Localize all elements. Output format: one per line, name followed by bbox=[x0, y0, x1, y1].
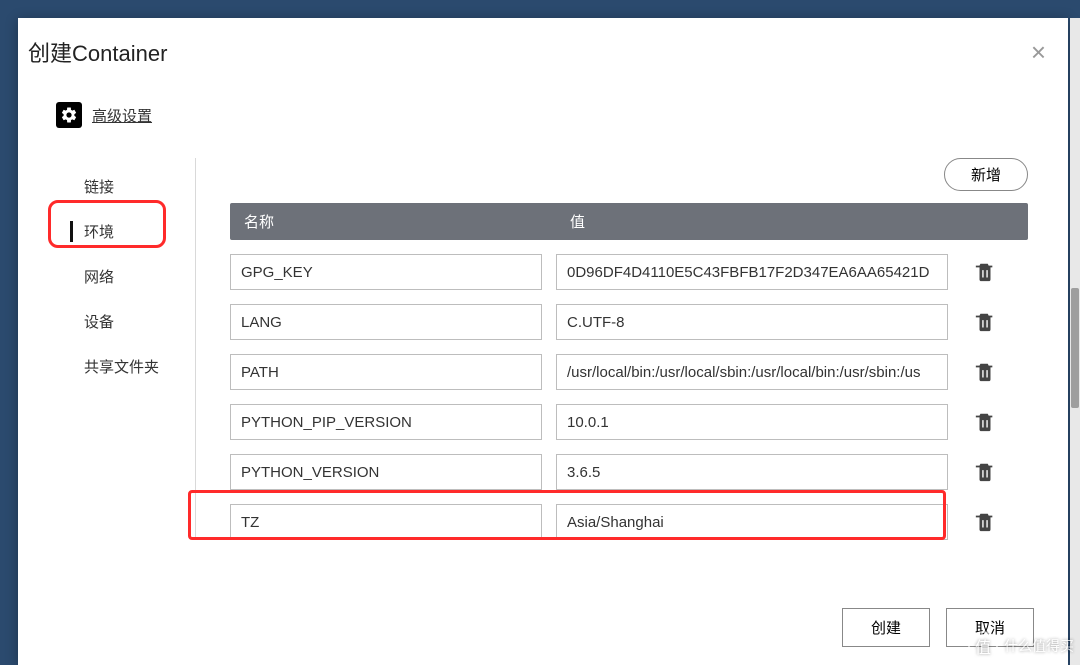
side-tab-2[interactable]: 网络 bbox=[56, 254, 195, 299]
env-name-input[interactable] bbox=[230, 504, 542, 540]
side-tab-3[interactable]: 设备 bbox=[56, 299, 195, 344]
watermark: 值 什么值得买 bbox=[968, 631, 1074, 661]
env-name-input[interactable] bbox=[230, 454, 542, 490]
env-row bbox=[230, 504, 1028, 540]
env-panel: 新增 名称 值 bbox=[196, 158, 1028, 540]
advanced-settings-row: 高级设置 bbox=[56, 102, 1028, 128]
env-rows bbox=[230, 254, 1028, 540]
outer-scrollbar-thumb[interactable] bbox=[1071, 288, 1079, 408]
env-row bbox=[230, 304, 1028, 340]
env-name-input[interactable] bbox=[230, 304, 542, 340]
highlight-tab-annotation bbox=[48, 200, 166, 248]
env-value-input[interactable] bbox=[556, 304, 948, 340]
env-name-input[interactable] bbox=[230, 404, 542, 440]
env-row bbox=[230, 404, 1028, 440]
env-value-input[interactable] bbox=[556, 254, 948, 290]
env-row bbox=[230, 354, 1028, 390]
env-name-input[interactable] bbox=[230, 354, 542, 390]
env-value-input[interactable] bbox=[556, 354, 948, 390]
trash-icon[interactable] bbox=[974, 261, 996, 283]
side-tab-4[interactable]: 共享文件夹 bbox=[56, 344, 195, 389]
env-value-input[interactable] bbox=[556, 404, 948, 440]
create-button[interactable]: 创建 bbox=[842, 608, 930, 647]
env-row bbox=[230, 454, 1028, 490]
env-top-actions: 新增 bbox=[230, 158, 1028, 191]
add-env-button[interactable]: 新增 bbox=[944, 158, 1028, 191]
trash-icon[interactable] bbox=[974, 361, 996, 383]
env-name-input[interactable] bbox=[230, 254, 542, 290]
outer-scrollbar[interactable] bbox=[1070, 18, 1080, 665]
gear-icon bbox=[56, 102, 82, 128]
trash-icon[interactable] bbox=[974, 311, 996, 333]
env-table-header: 名称 值 bbox=[230, 203, 1028, 240]
create-container-dialog: 创建Container × 高级设置 链接环境网络设备共享文件夹 新增 名称 bbox=[18, 18, 1068, 665]
dialog-footer: 创建 取消 bbox=[18, 592, 1068, 665]
close-icon[interactable]: × bbox=[1031, 39, 1046, 65]
env-row bbox=[230, 254, 1028, 290]
dialog-scroll-area[interactable]: 高级设置 链接环境网络设备共享文件夹 新增 名称 值 bbox=[18, 78, 1056, 592]
watermark-text: 什么值得买 bbox=[1004, 636, 1074, 656]
dialog-body: 高级设置 链接环境网络设备共享文件夹 新增 名称 值 bbox=[18, 78, 1068, 592]
dialog-header: 创建Container × bbox=[18, 18, 1068, 78]
trash-icon[interactable] bbox=[974, 461, 996, 483]
watermark-icon: 值 bbox=[968, 631, 998, 661]
trash-icon[interactable] bbox=[974, 511, 996, 533]
trash-icon[interactable] bbox=[974, 411, 996, 433]
advanced-settings-link[interactable]: 高级设置 bbox=[92, 105, 152, 126]
env-value-input[interactable] bbox=[556, 454, 948, 490]
dialog-title: 创建Container bbox=[28, 36, 167, 68]
col-header-value: 值 bbox=[570, 211, 1014, 232]
env-value-input[interactable] bbox=[556, 504, 948, 540]
col-header-name: 名称 bbox=[244, 211, 570, 232]
tabbed-content: 链接环境网络设备共享文件夹 新增 名称 值 bbox=[56, 158, 1028, 540]
